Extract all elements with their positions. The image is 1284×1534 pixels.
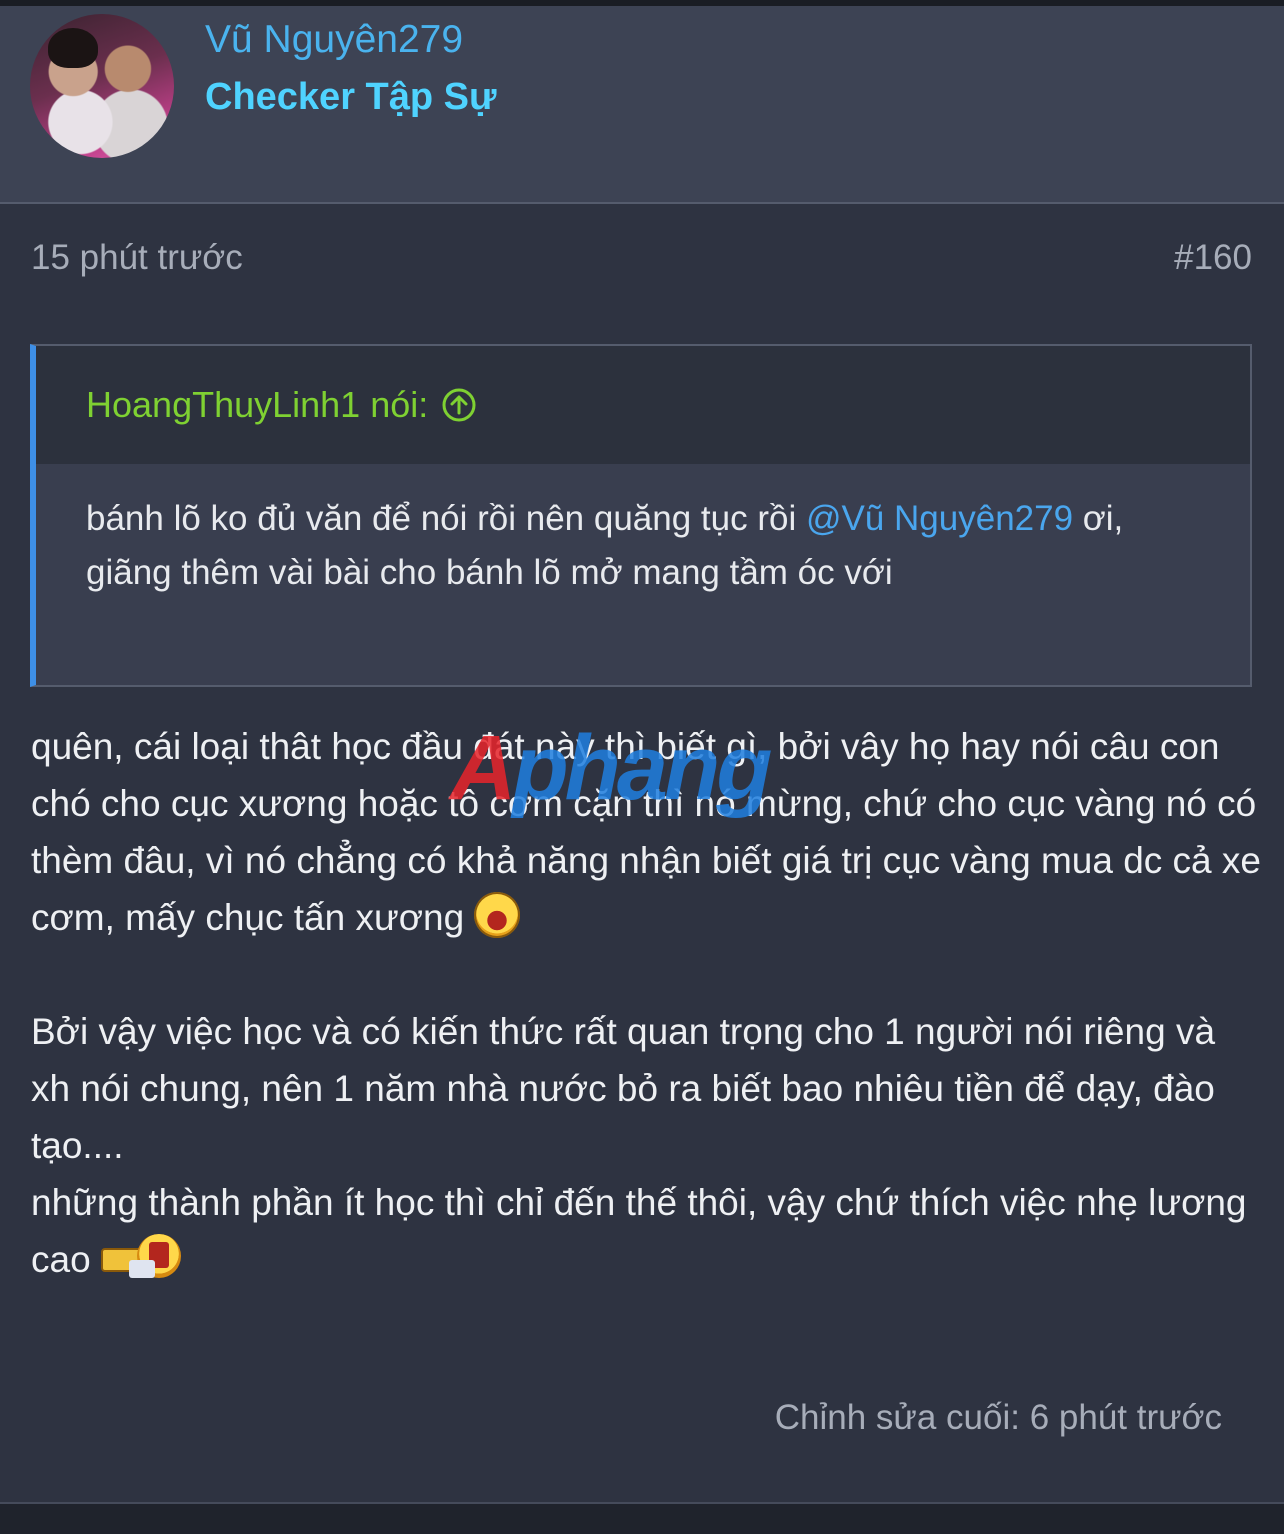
- post-timestamp[interactable]: 15 phút trước: [31, 238, 243, 278]
- user-mention-link[interactable]: @Vũ Nguyên279: [806, 499, 1073, 538]
- money-emoji-icon: [100, 1234, 187, 1280]
- author-title: Checker Tập Sự: [205, 76, 497, 118]
- arrow-up-circle-icon[interactable]: [442, 388, 476, 422]
- paragraph-3-text: những thành phần ít học thì chỉ đến thế …: [31, 1182, 1247, 1280]
- post-author-header: Vũ Nguyên279 Checker Tập Sự: [0, 6, 1284, 204]
- post-number[interactable]: #160: [1174, 238, 1252, 278]
- quote-block: HoangThuyLinh1 nói: bánh lõ ko đủ văn để…: [30, 344, 1252, 687]
- quote-text-before: bánh lõ ko đủ văn để nói rồi nên quăng t…: [86, 499, 806, 538]
- quote-text: bánh lõ ko đủ văn để nói rồi nên quăng t…: [86, 492, 1206, 600]
- post-paragraph: quên, cái loại thât học đầu đát này thì …: [31, 718, 1261, 946]
- laughing-emoji-icon: [474, 892, 521, 938]
- bottom-bar: [0, 1504, 1284, 1534]
- post-content: quên, cái loại thât học đầu đát này thì …: [31, 718, 1261, 1288]
- post-paragraph: Bởi vậy việc học và có kiến thức rất qua…: [31, 1003, 1261, 1174]
- avatar[interactable]: [30, 14, 174, 158]
- paragraph-1-text: quên, cái loại thât học đầu đát này thì …: [31, 726, 1261, 938]
- last-edited-note: Chỉnh sửa cuối: 6 phút trước: [774, 1398, 1222, 1437]
- author-name[interactable]: Vũ Nguyên279: [205, 18, 463, 62]
- quote-author-label: HoangThuyLinh1 nói:: [86, 384, 429, 425]
- quote-header: HoangThuyLinh1 nói:: [36, 346, 1250, 464]
- quote-author-link[interactable]: HoangThuyLinh1 nói:: [86, 384, 476, 426]
- paragraph-2-text: Bởi vậy việc học và có kiến thức rất qua…: [31, 1011, 1216, 1166]
- post-paragraph: những thành phần ít học thì chỉ đến thế …: [31, 1174, 1261, 1288]
